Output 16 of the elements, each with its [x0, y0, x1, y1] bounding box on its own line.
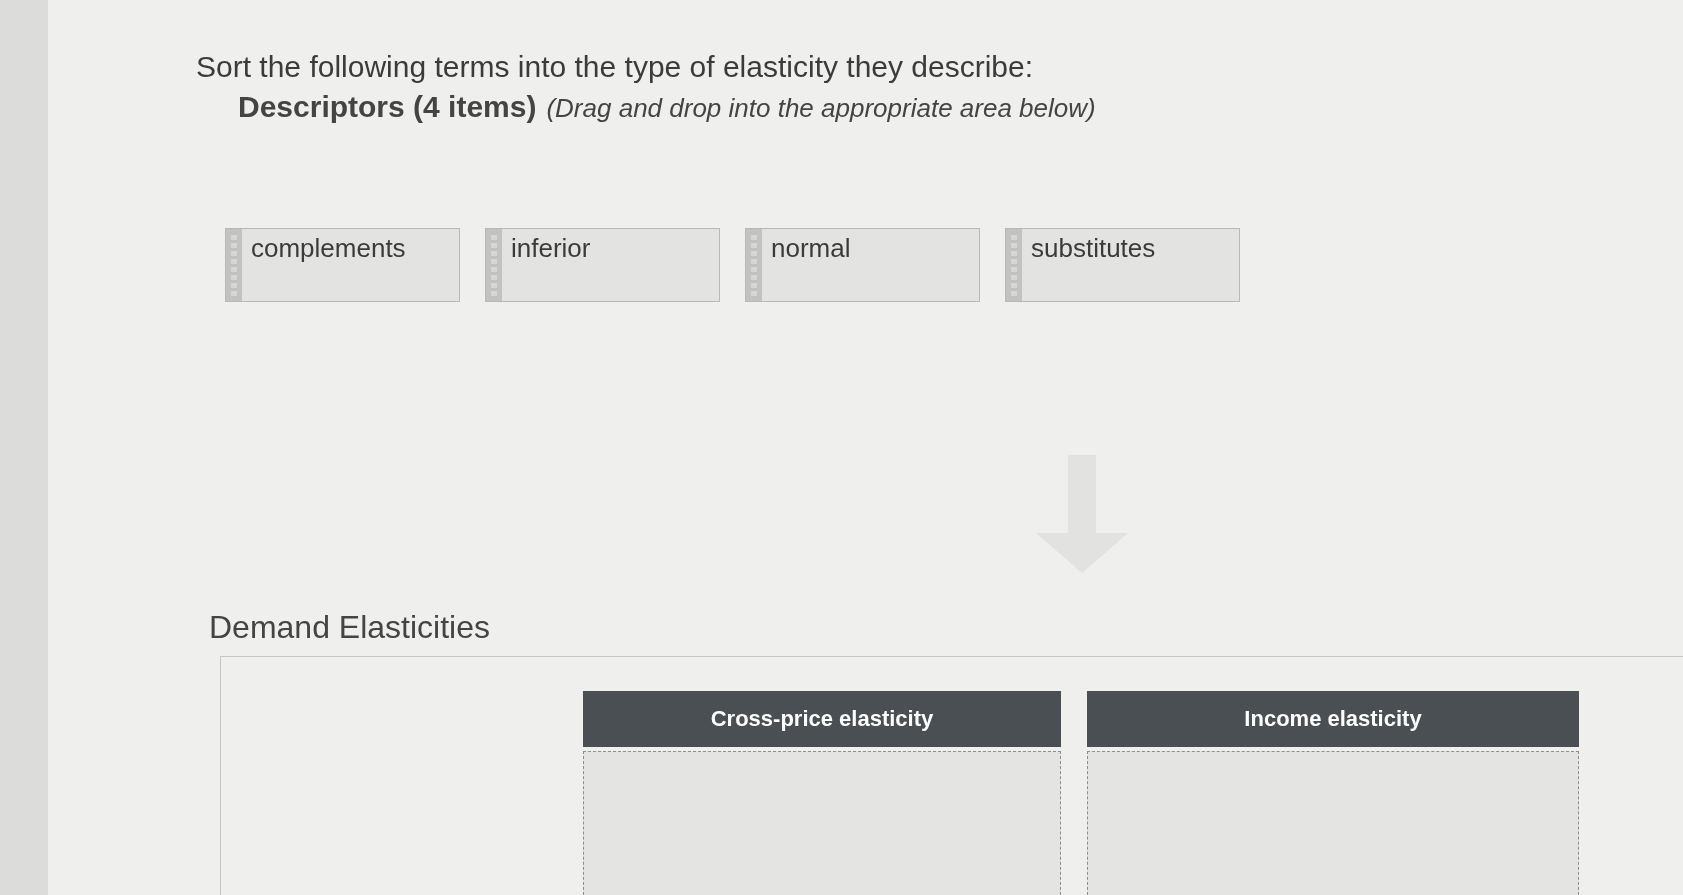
- descriptor-tile[interactable]: inferior: [485, 228, 720, 302]
- grip-icon: [226, 229, 242, 301]
- descriptor-tile[interactable]: normal: [745, 228, 980, 302]
- drop-zone[interactable]: [1087, 751, 1579, 895]
- grip-icon: [486, 229, 502, 301]
- pool-hint: (Drag and drop into the appropriate area below): [546, 93, 1096, 124]
- area-title: Demand Elasticities: [209, 609, 490, 645]
- descriptor-tile[interactable]: complements: [225, 228, 460, 302]
- question-prompt: Sort the following terms into the type of elasticity they describe:: [196, 49, 1034, 85]
- grip-icon: [1006, 229, 1022, 301]
- category-header: Income elasticity: [1087, 691, 1579, 747]
- category-header: Cross-price elasticity: [583, 691, 1061, 747]
- drop-zone[interactable]: [583, 751, 1061, 895]
- grip-icon: [746, 229, 762, 301]
- descriptor-tile[interactable]: substitutes: [1005, 228, 1240, 302]
- pool-title: Descriptors (4 items): [238, 90, 537, 124]
